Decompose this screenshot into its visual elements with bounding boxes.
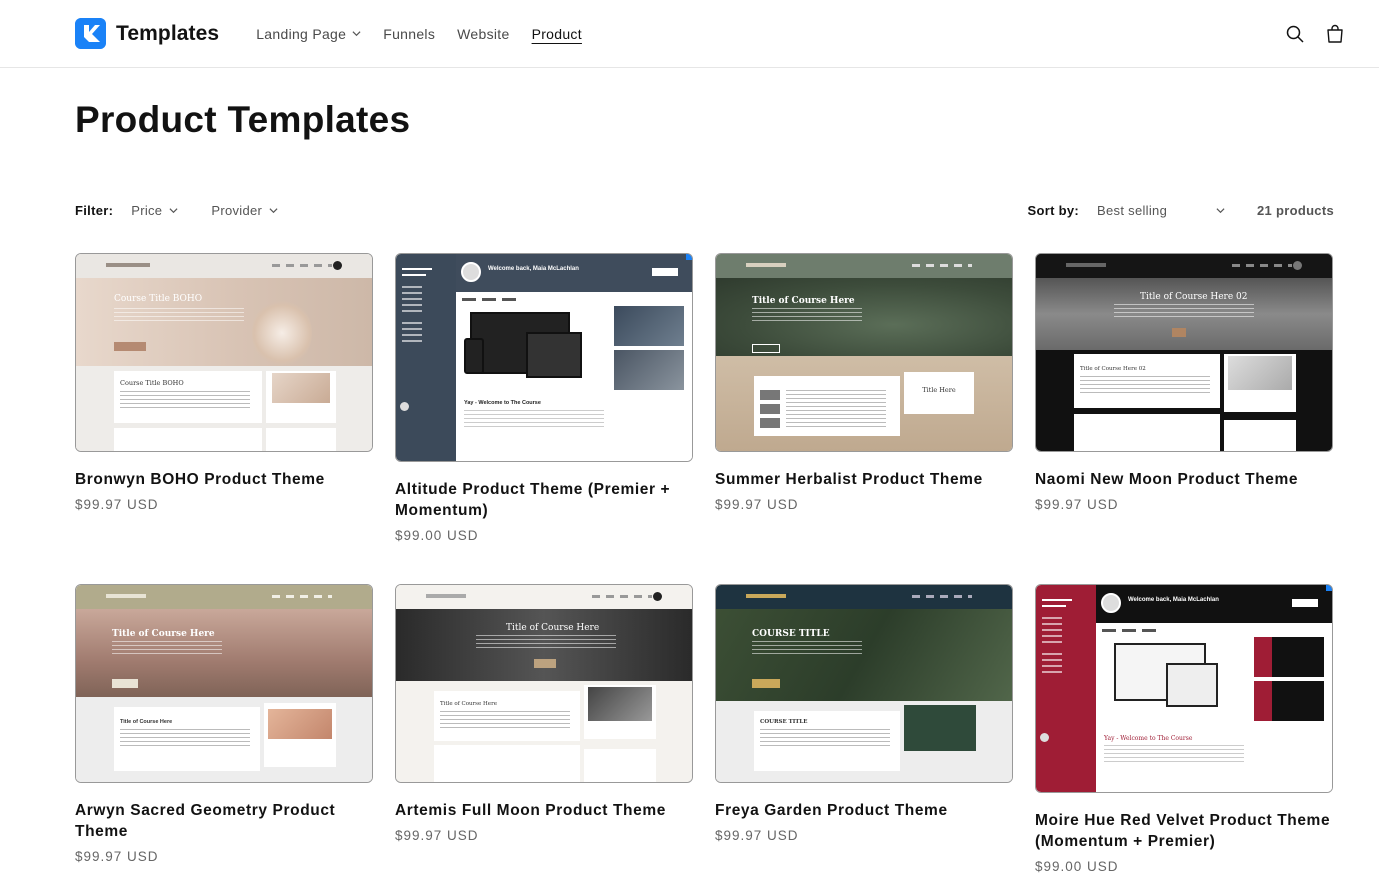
cart-icon[interactable]	[1325, 24, 1345, 44]
thumb-card-title: COURSE TITLE	[760, 719, 808, 725]
thumb-card-title: Title of Course Here	[120, 719, 173, 725]
filter-provider-label: Provider	[211, 202, 263, 218]
product-card[interactable]: Title of Course Here Title of Course Her…	[395, 584, 693, 874]
filter-price[interactable]: Price	[131, 203, 178, 218]
filter-label: Filter:	[75, 202, 114, 218]
thumb-hero-title: Welcome back, Maia McLachlan	[488, 266, 579, 272]
filter-bar: Filter: Price Provider Sort by: Best sel…	[75, 200, 1334, 220]
sort-select[interactable]: Best selling	[1097, 203, 1225, 218]
thumb-card-title: Title Here	[922, 386, 956, 394]
main-nav: Landing Page Funnels Website Product	[256, 26, 582, 42]
product-title[interactable]: Summer Herbalist Product Theme	[715, 469, 1013, 490]
product-thumbnail[interactable]: Title of Course Here Title of Course Her…	[75, 584, 373, 783]
product-card[interactable]: Title of Course Here Title of Course Her…	[75, 584, 373, 874]
product-card[interactable]: Title of Course Here 02 Title of Course …	[1035, 253, 1333, 543]
filter-price-label: Price	[131, 202, 163, 218]
sort-label: Sort by:	[1027, 202, 1080, 218]
product-title[interactable]: Altitude Product Theme (Premier + Moment…	[395, 479, 693, 521]
product-title[interactable]: Arwyn Sacred Geometry Product Theme	[75, 800, 373, 842]
product-title[interactable]: Artemis Full Moon Product Theme	[395, 800, 693, 821]
product-card[interactable]: Welcome back, Maia McLachlan Yay - Welco…	[395, 253, 693, 543]
product-title[interactable]: Freya Garden Product Theme	[715, 800, 1013, 821]
product-thumbnail[interactable]: Title of Course Here 02 Title of Course …	[1035, 253, 1333, 452]
sort-value: Best selling	[1097, 202, 1168, 218]
thumb-hero-title: COURSE TITLE	[752, 629, 830, 639]
product-price: $99.97 USD	[715, 497, 799, 512]
product-row: Course Title BOHO Course Title BOHO Bron…	[75, 253, 1335, 543]
product-thumbnail[interactable]: Welcome back, Maia McLachlan Yay - Welco…	[1035, 584, 1333, 793]
product-price: $99.97 USD	[395, 828, 479, 843]
site-header: Templates Landing Page Funnels Website P…	[0, 0, 1379, 68]
product-price: $99.97 USD	[715, 828, 799, 843]
nav-product[interactable]: Product	[532, 26, 582, 42]
product-title[interactable]: Naomi New Moon Product Theme	[1035, 469, 1333, 490]
product-thumbnail[interactable]: COURSE TITLE COURSE TITLE	[715, 584, 1013, 783]
chevron-down-icon	[169, 207, 178, 213]
product-row: Title of Course Here Title of Course Her…	[75, 584, 1333, 874]
product-title[interactable]: Moire Hue Red Velvet Product Theme (Mome…	[1035, 810, 1333, 852]
chevron-down-icon	[269, 207, 278, 213]
brand-logo-icon	[75, 18, 106, 49]
thumb-card-title: Title of Course Here	[440, 701, 497, 707]
thumb-card-title: Course Title BOHO	[120, 379, 184, 387]
nav-label: Website	[457, 25, 510, 42]
nav-website[interactable]: Website	[457, 26, 509, 42]
product-grid: Course Title BOHO Course Title BOHO Bron…	[75, 253, 1335, 874]
nav-landing-page[interactable]: Landing Page	[256, 26, 361, 42]
product-thumbnail[interactable]: Title of Course Here Title of Course Her…	[395, 584, 693, 783]
thumb-hero-title: Title of Course Here 02	[1140, 292, 1248, 302]
product-thumbnail[interactable]: Title of Course Here Title Here	[715, 253, 1013, 452]
filter-provider[interactable]: Provider	[211, 203, 278, 218]
sort-control: Sort by: Best selling 21 products	[1028, 203, 1335, 218]
product-title[interactable]: Bronwyn BOHO Product Theme	[75, 469, 373, 490]
chevron-down-icon	[352, 31, 361, 37]
product-card[interactable]: Course Title BOHO Course Title BOHO Bron…	[75, 253, 373, 543]
product-price: $99.97 USD	[1035, 497, 1119, 512]
product-price: $99.00 USD	[1035, 859, 1119, 874]
product-price: $99.97 USD	[75, 849, 159, 864]
thumb-hero-title: Title of Course Here	[112, 629, 215, 639]
product-thumbnail[interactable]: Welcome back, Maia McLachlan Yay - Welco…	[395, 253, 693, 462]
thumb-card-title: Yay - Welcome to The Course	[464, 400, 541, 406]
search-icon[interactable]	[1285, 24, 1305, 44]
product-card[interactable]: Title of Course Here Title Here Summer H…	[715, 253, 1013, 543]
brand-logo[interactable]: Templates	[75, 18, 219, 49]
header-actions	[1285, 24, 1345, 44]
nav-funnels[interactable]: Funnels	[383, 26, 435, 42]
nav-label: Product	[531, 25, 582, 42]
thumb-card-title: Title of Course Here 02	[1080, 366, 1146, 372]
product-card[interactable]: Welcome back, Maia McLachlan Yay - Welco…	[1035, 584, 1333, 874]
thumb-hero-title: Title of Course Here	[506, 623, 600, 633]
thumb-hero-title: Title of Course Here	[752, 296, 855, 306]
chevron-down-icon	[1216, 207, 1225, 213]
thumb-hero-title: Course Title BOHO	[114, 294, 203, 304]
product-card[interactable]: COURSE TITLE COURSE TITLE Freya Garden P…	[715, 584, 1013, 874]
page-title: Product Templates	[75, 99, 411, 140]
product-price: $99.97 USD	[75, 497, 159, 512]
thumb-hero-title: Welcome back, Maia McLachlan	[1128, 597, 1219, 603]
nav-label: Funnels	[383, 25, 436, 42]
product-count: 21 products	[1257, 202, 1334, 218]
product-thumbnail[interactable]: Course Title BOHO Course Title BOHO	[75, 253, 373, 452]
nav-label: Landing Page	[256, 25, 347, 42]
product-price: $99.00 USD	[395, 528, 479, 543]
brand-name: Templates	[116, 21, 220, 45]
thumb-card-title: Yay - Welcome to The Course	[1104, 735, 1193, 742]
